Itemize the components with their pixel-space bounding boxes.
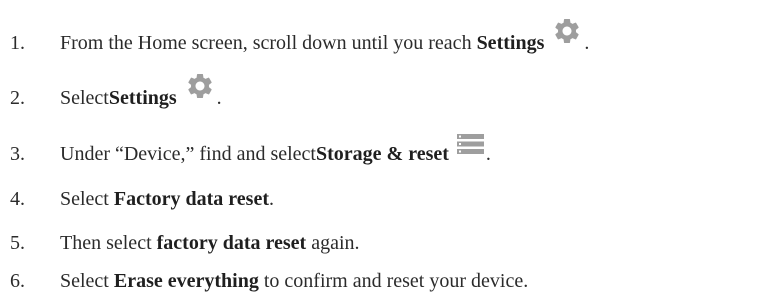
step-text-pre: Select bbox=[60, 269, 109, 292]
step-text-bold: Settings bbox=[108, 86, 177, 109]
step-number: 3. bbox=[10, 142, 25, 165]
step-number: 4. bbox=[10, 187, 25, 210]
instruction-list: 1. From the Home screen, scroll down unt… bbox=[0, 0, 767, 300]
step-text: From the Home screen, scroll down until … bbox=[60, 19, 590, 58]
step-text-bold: Factory data reset bbox=[113, 187, 270, 210]
step-text-bold: factory data reset bbox=[156, 231, 307, 254]
step-text-post: . bbox=[269, 187, 275, 210]
step-number: 6. bbox=[10, 269, 25, 292]
step-text-bold: Settings bbox=[476, 31, 545, 54]
step-number: 2. bbox=[10, 86, 25, 109]
step-text: Under “Device,” find and select Storage &… bbox=[60, 134, 491, 166]
step-number: 1. bbox=[10, 31, 25, 54]
step-text: Select Erase everything to confirm and r… bbox=[60, 270, 528, 293]
step-text-post: to confirm and reset your device. bbox=[263, 269, 529, 292]
gear-icon bbox=[187, 74, 212, 98]
step-text: Select Factory data reset. bbox=[60, 188, 274, 211]
step-text-pre: Select bbox=[60, 187, 109, 210]
step-text-post: . bbox=[216, 86, 222, 109]
step-text-pre: Select bbox=[60, 86, 109, 109]
step-text-post: . bbox=[584, 31, 590, 54]
gear-icon bbox=[555, 19, 580, 43]
step-text-post: again. bbox=[311, 231, 360, 254]
step-text-bold: Storage & reset bbox=[316, 142, 449, 165]
step-text-pre: From the Home screen, scroll down until … bbox=[60, 31, 472, 54]
step-text: Select Settings . bbox=[60, 74, 222, 113]
step-text-bold: Erase everything bbox=[113, 269, 259, 292]
step-text-post: . bbox=[485, 142, 491, 165]
storage-icon bbox=[456, 134, 484, 154]
step-text-pre: Under “Device,” find and select bbox=[60, 142, 316, 165]
step-text: Then select factory data reset again. bbox=[60, 232, 360, 255]
step-number: 5. bbox=[10, 231, 25, 254]
step-text-pre: Then select bbox=[60, 231, 152, 254]
